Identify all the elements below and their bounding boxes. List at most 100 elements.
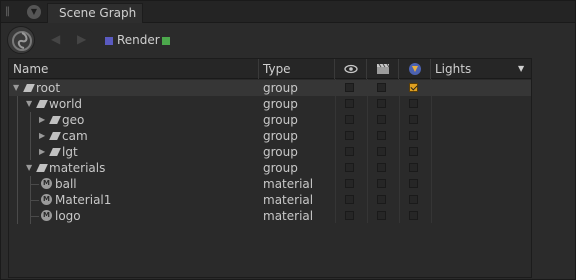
- node-type: group: [263, 129, 298, 143]
- visibility-checkbox[interactable]: [345, 115, 354, 124]
- node-type: group: [263, 81, 298, 95]
- render-checkbox[interactable]: [377, 163, 386, 172]
- tab-bar: ‖ ▼ Scene Graph: [1, 1, 575, 23]
- collapse-arrow-icon[interactable]: ▼: [26, 160, 36, 176]
- light-checkbox[interactable]: [409, 115, 418, 124]
- tree-guide-line: [17, 128, 18, 144]
- light-checkbox[interactable]: [409, 211, 418, 220]
- tab-scene-graph[interactable]: Scene Graph: [47, 3, 143, 23]
- scene-graph-table: Name Type Lights ▼ ▼ root group ▼ world …: [8, 58, 532, 278]
- toolbar: ◀ ▶ Render: [1, 23, 575, 57]
- light-checkbox[interactable]: [409, 83, 418, 92]
- render-checkbox[interactable]: [377, 131, 386, 140]
- render-checkbox[interactable]: [377, 195, 386, 204]
- node-name: Material1: [55, 193, 112, 207]
- column-header-name[interactable]: Name: [9, 59, 259, 79]
- tree-guide-line: [30, 144, 31, 160]
- render-label[interactable]: Render: [117, 32, 160, 48]
- group-node-icon: [49, 116, 61, 124]
- table-row[interactable]: Mlogo material: [9, 208, 531, 224]
- light-checkbox[interactable]: [409, 147, 418, 156]
- render-checkbox[interactable]: [377, 211, 386, 220]
- app-logo-icon[interactable]: [7, 26, 35, 54]
- forward-arrow-icon[interactable]: ▶: [77, 32, 91, 46]
- node-name: ball: [55, 177, 77, 191]
- render-status-swatch: [162, 37, 170, 45]
- render-checkbox[interactable]: [377, 83, 386, 92]
- tree-guide-line: [17, 176, 18, 192]
- node-name: lgt: [62, 145, 78, 159]
- node-name: logo: [55, 209, 81, 223]
- node-name: geo: [62, 113, 85, 127]
- light-checkbox[interactable]: [409, 163, 418, 172]
- node-name: cam: [62, 129, 88, 143]
- visibility-checkbox[interactable]: [345, 211, 354, 220]
- render-color-swatch: [105, 37, 113, 45]
- clapperboard-icon[interactable]: [367, 59, 399, 79]
- node-type: group: [263, 161, 298, 175]
- light-link-icon[interactable]: [399, 59, 431, 79]
- eye-icon[interactable]: [335, 59, 367, 79]
- group-node-icon: [23, 84, 35, 92]
- visibility-checkbox[interactable]: [345, 179, 354, 188]
- table-row[interactable]: ▼ world group: [9, 96, 531, 112]
- visibility-checkbox[interactable]: [345, 83, 354, 92]
- node-name: materials: [49, 161, 106, 175]
- tree-branch-line: [30, 200, 39, 201]
- visibility-checkbox[interactable]: [345, 163, 354, 172]
- light-checkbox[interactable]: [409, 195, 418, 204]
- visibility-checkbox[interactable]: [345, 99, 354, 108]
- tree-guide-line: [17, 112, 18, 128]
- back-arrow-icon[interactable]: ◀: [51, 32, 65, 46]
- node-type: group: [263, 113, 298, 127]
- collapse-arrow-icon[interactable]: ▼: [13, 80, 23, 96]
- tree-guide-line: [30, 128, 31, 144]
- table-row[interactable]: ▶ cam group: [9, 128, 531, 144]
- table-row[interactable]: ▶ geo group: [9, 112, 531, 128]
- group-node-icon: [36, 164, 48, 172]
- material-node-icon: M: [41, 194, 52, 205]
- render-checkbox[interactable]: [377, 99, 386, 108]
- render-checkbox[interactable]: [377, 147, 386, 156]
- tree-guide-line: [17, 208, 18, 224]
- tree-guide-line: [17, 160, 18, 176]
- scene-graph-panel: ‖ ▼ Scene Graph ◀ ▶ Render Name Type Lig…: [0, 0, 576, 280]
- node-type: material: [263, 193, 314, 207]
- table-row[interactable]: Mball material: [9, 176, 531, 192]
- node-type: group: [263, 97, 298, 111]
- expand-arrow-icon[interactable]: ▶: [39, 112, 49, 128]
- expand-arrow-icon[interactable]: ▶: [39, 144, 49, 160]
- render-checkbox[interactable]: [377, 179, 386, 188]
- panel-grip-icon[interactable]: ‖: [5, 5, 19, 19]
- swirl-icon: [12, 31, 32, 51]
- table-row[interactable]: ▶ lgt group: [9, 144, 531, 160]
- tree-guide-line: [17, 96, 18, 112]
- node-name: world: [49, 97, 83, 111]
- render-checkbox[interactable]: [377, 115, 386, 124]
- expand-arrow-icon[interactable]: ▶: [39, 128, 49, 144]
- tree-guide-line: [17, 144, 18, 160]
- node-type: material: [263, 209, 314, 223]
- node-type: material: [263, 177, 314, 191]
- visibility-checkbox[interactable]: [345, 131, 354, 140]
- collapse-arrow-icon[interactable]: ▼: [26, 96, 36, 112]
- visibility-checkbox[interactable]: [345, 195, 354, 204]
- tree-guide-line: [17, 192, 18, 208]
- panel-menu-icon[interactable]: ▼: [27, 5, 41, 19]
- light-checkbox[interactable]: [409, 131, 418, 140]
- column-header-lights[interactable]: Lights: [431, 59, 531, 79]
- material-node-icon: M: [41, 178, 52, 189]
- tree-branch-line: [30, 216, 39, 217]
- group-node-icon: [49, 132, 61, 140]
- light-checkbox[interactable]: [409, 179, 418, 188]
- tree-guide-line: [30, 112, 31, 128]
- visibility-checkbox[interactable]: [345, 147, 354, 156]
- material-node-icon: M: [41, 210, 52, 221]
- light-checkbox[interactable]: [409, 99, 418, 108]
- table-row[interactable]: ▼ root group: [9, 80, 531, 96]
- table-row[interactable]: M Material1 material: [9, 192, 531, 208]
- column-header-type[interactable]: Type: [259, 59, 335, 79]
- table-row[interactable]: ▼ materials group: [9, 160, 531, 176]
- chevron-down-icon[interactable]: ▼: [518, 59, 530, 79]
- tree-branch-line: [30, 184, 39, 185]
